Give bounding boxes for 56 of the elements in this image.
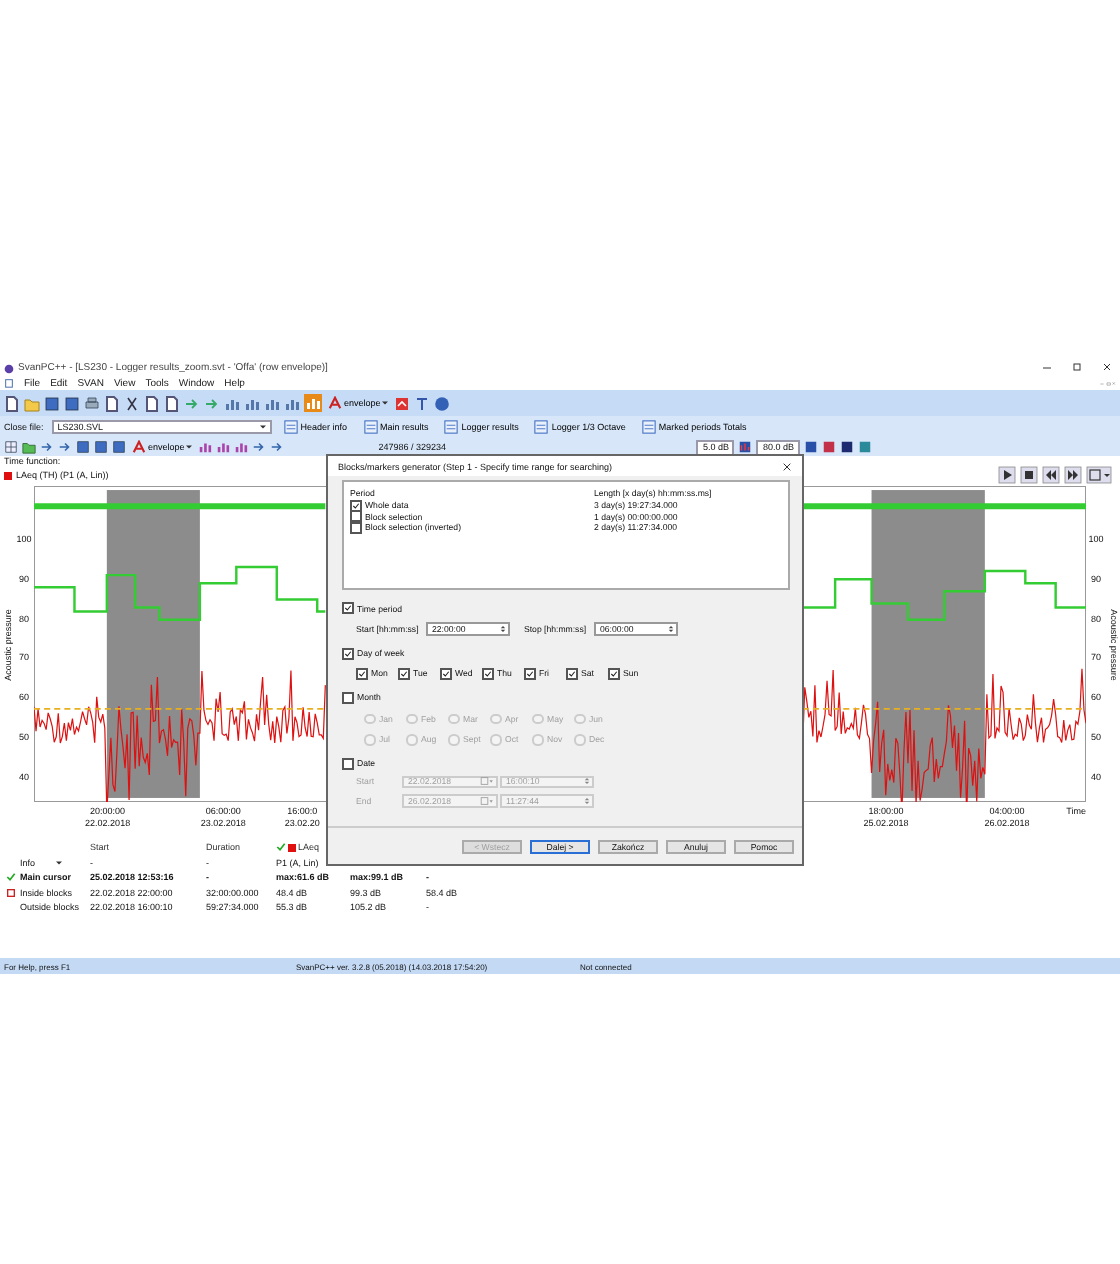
document-icon[interactable] [104, 395, 120, 411]
bar-chart-icon[interactable] [224, 395, 240, 411]
check-icon [526, 669, 534, 677]
series-color-icon [4, 471, 12, 479]
bar-chart-icon[interactable] [264, 395, 280, 411]
check-icon [358, 669, 366, 677]
check-icon [568, 669, 576, 677]
app-icon [4, 363, 14, 373]
block-icon [5, 887, 15, 898]
bar-chart-icon[interactable] [198, 440, 213, 454]
check-icon [352, 501, 360, 509]
caret-icon [382, 400, 389, 406]
maximize-icon[interactable] [1068, 362, 1086, 374]
printer-icon[interactable] [84, 395, 100, 411]
check-icon [5, 872, 15, 883]
playback-button-icon[interactable] [1064, 466, 1082, 484]
close-icon[interactable] [1098, 362, 1116, 374]
highlighted-chart-icon[interactable] [304, 394, 322, 412]
caret-icon [186, 444, 193, 450]
spinner-icon[interactable] [500, 623, 506, 634]
table-icon [283, 420, 298, 434]
letter-a-icon [328, 396, 342, 410]
grid-icon[interactable] [4, 440, 18, 454]
caret-icon [55, 859, 62, 866]
check-icon [276, 842, 286, 853]
arrow-icon[interactable] [270, 440, 285, 454]
scissors-icon[interactable] [124, 395, 140, 411]
check-icon [442, 669, 450, 677]
level-icon[interactable] [738, 440, 753, 454]
check-icon [400, 669, 408, 677]
minimize-icon[interactable] [1038, 362, 1056, 374]
arrow-icon[interactable] [252, 440, 267, 454]
bar-chart-icon[interactable] [244, 395, 260, 411]
check-icon [610, 669, 618, 677]
check-icon [344, 649, 352, 657]
spinner-icon[interactable] [668, 623, 674, 634]
close-icon[interactable] [782, 461, 792, 471]
playback-button-icon[interactable] [1042, 466, 1060, 484]
bar-chart-icon[interactable] [234, 440, 249, 454]
check-icon [484, 669, 492, 677]
arrow-icon[interactable] [58, 440, 72, 454]
table-icon [641, 420, 656, 434]
playback-button-icon[interactable] [1020, 466, 1038, 484]
check-icon [344, 604, 352, 612]
bar-chart-icon[interactable] [284, 395, 300, 411]
bar-chart-icon[interactable] [216, 440, 231, 454]
playback-button-icon[interactable] [998, 466, 1016, 484]
arrow-icon[interactable] [40, 440, 54, 454]
caret-icon [259, 424, 266, 430]
table-icon [444, 420, 459, 434]
table-icon [363, 420, 378, 434]
series-color-icon [288, 843, 296, 852]
text-tool-icon[interactable] [414, 395, 431, 411]
zoom-dropdown-icon[interactable] [1086, 466, 1112, 484]
letter-a-icon [132, 440, 146, 454]
table-icon [534, 420, 549, 434]
